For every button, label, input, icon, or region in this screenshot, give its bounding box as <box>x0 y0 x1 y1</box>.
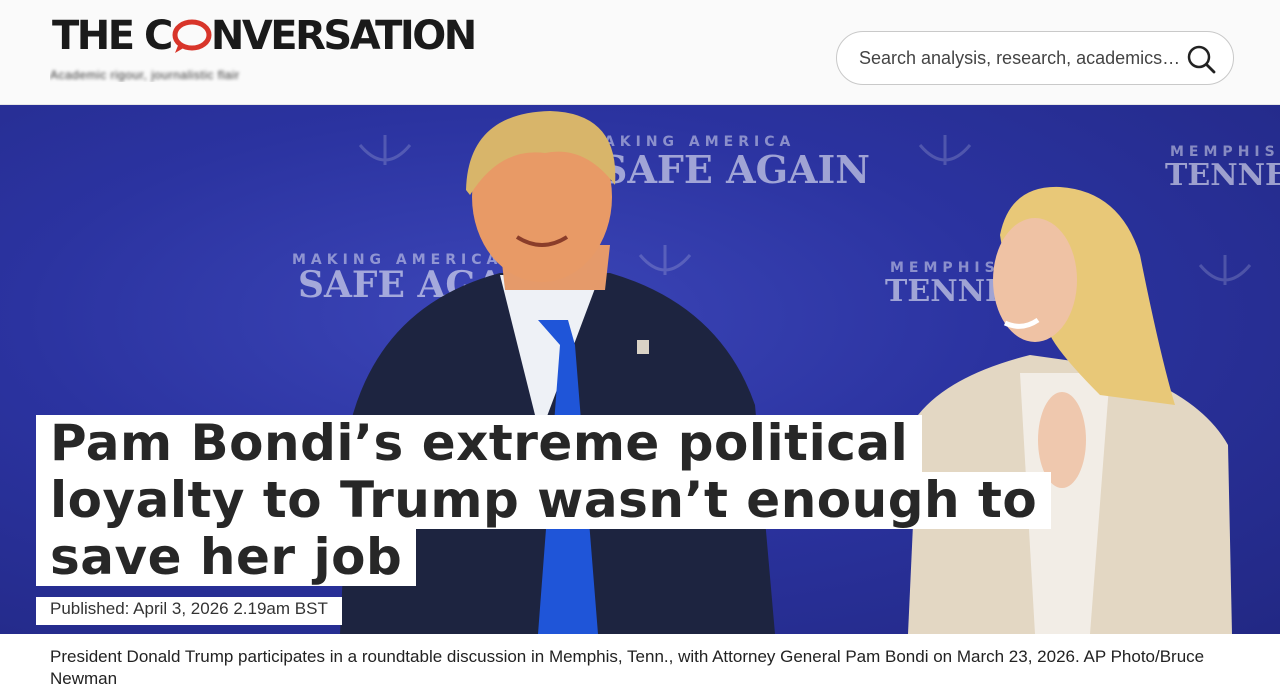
search-box <box>836 31 1234 85</box>
published-date: Published: April 3, 2026 2.19am BST <box>36 597 342 625</box>
search-input[interactable] <box>859 32 1179 84</box>
logo-text-end: NVERSATION <box>210 13 477 59</box>
article-headline: Pam Bondi’s extreme political loyalty to… <box>36 415 1052 586</box>
speech-bubble-icon <box>169 16 213 56</box>
search-icon[interactable] <box>1185 43 1217 75</box>
image-caption: President Donald Trump participates in a… <box>50 647 1205 688</box>
tagline-text: Academic rigour, journalistic flair <box>50 68 240 82</box>
site-tagline: Academic rigour, journalistic flair <box>50 66 300 82</box>
site-logo[interactable]: THE C NVERSATION <box>52 13 477 59</box>
site-header: THE C NVERSATION Academic rigour, journa… <box>0 0 1280 105</box>
logo-text-start: THE C <box>52 13 173 59</box>
headline-line-2: loyalty to Trump wasn’t enough to <box>36 472 1052 529</box>
headline-line-3: save her job <box>36 529 417 586</box>
headline-line-1: Pam Bondi’s extreme political <box>36 415 923 472</box>
